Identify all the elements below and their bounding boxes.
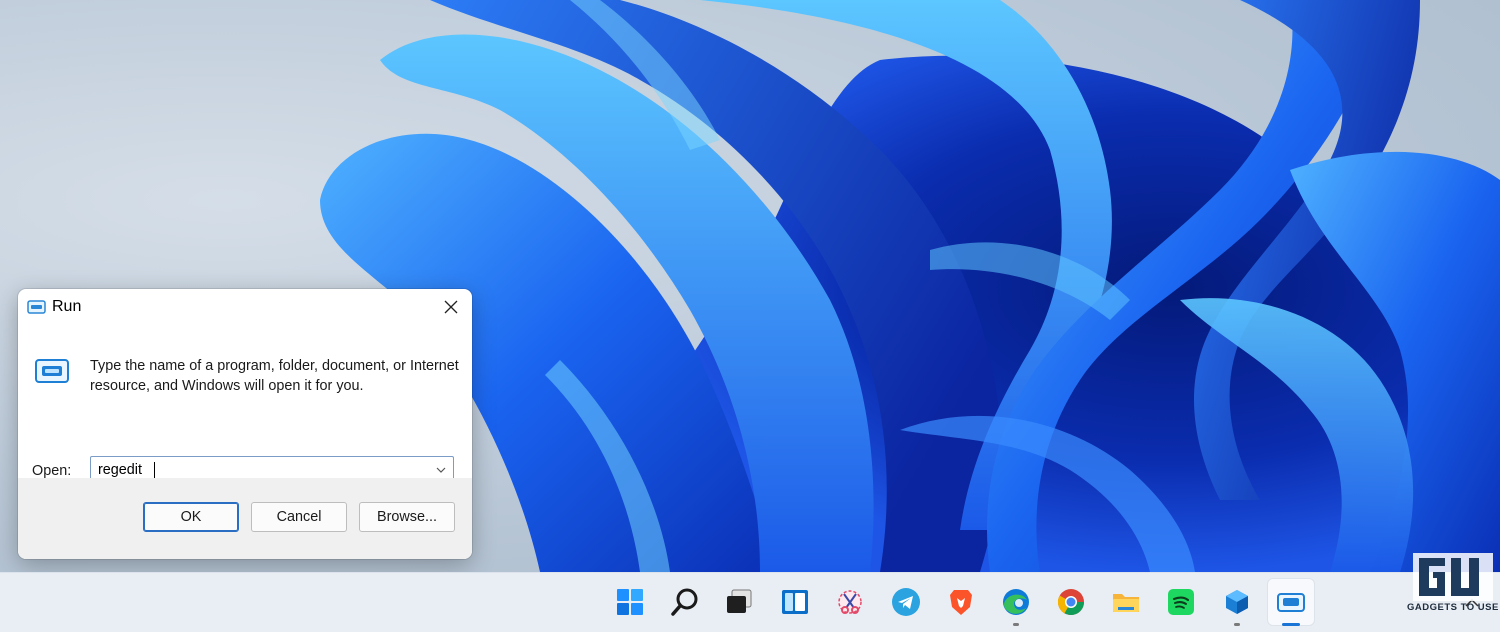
- sandbox-running-indicator: [1234, 623, 1240, 626]
- brave-icon: [950, 590, 972, 615]
- run-dialog: Run Type the name of a program, folder, …: [18, 289, 472, 559]
- chevron-down-icon: [436, 467, 446, 473]
- chrome-icon: [1057, 589, 1085, 616]
- start-button[interactable]: [607, 579, 653, 625]
- widgets-icon: [782, 590, 808, 614]
- folder-icon: [1113, 594, 1139, 612]
- task-view-button[interactable]: [716, 579, 762, 625]
- sandbox-button[interactable]: [1214, 579, 1260, 625]
- brave-button[interactable]: [938, 579, 984, 625]
- watermark-text: GADGETS TO USE: [1407, 602, 1499, 613]
- close-button[interactable]: [434, 291, 468, 323]
- run-active-indicator: [1282, 623, 1300, 626]
- ok-button[interactable]: OK: [143, 502, 239, 532]
- open-label: Open:: [32, 463, 72, 479]
- spotify-button[interactable]: [1158, 579, 1204, 625]
- run-dialog-body: Type the name of a program, folder, docu…: [18, 326, 472, 484]
- edge-icon: [1003, 589, 1029, 615]
- run-dialog-footer: OK Cancel Browse...: [18, 478, 472, 559]
- taskbar: [0, 572, 1500, 632]
- browse-button[interactable]: Browse...: [359, 502, 455, 532]
- run-window-icon: [35, 359, 69, 383]
- file-explorer-button[interactable]: [1103, 579, 1149, 625]
- run-window-icon: [1277, 593, 1305, 612]
- run-taskbar-button[interactable]: [1268, 579, 1314, 625]
- gadgets-to-use-logo: [1413, 553, 1493, 601]
- telegram-button[interactable]: [883, 579, 929, 625]
- task-view-icon: [727, 589, 752, 613]
- snipping-tool-icon: [838, 590, 862, 614]
- chrome-button[interactable]: [1048, 579, 1094, 625]
- cube-icon: [1226, 590, 1248, 614]
- close-icon: [444, 300, 458, 314]
- widgets-button[interactable]: [772, 579, 818, 625]
- search-button[interactable]: [662, 579, 708, 625]
- edge-running-indicator: [1013, 623, 1019, 626]
- cancel-button[interactable]: Cancel: [251, 502, 347, 532]
- windows-logo-icon: [617, 589, 643, 615]
- search-icon: [671, 588, 698, 616]
- run-window-icon: [27, 300, 46, 314]
- text-caret: [154, 462, 155, 479]
- telegram-icon: [892, 588, 920, 616]
- run-dialog-title-bar[interactable]: Run: [18, 289, 472, 326]
- spotify-icon: [1168, 589, 1194, 615]
- edge-button[interactable]: [993, 579, 1039, 625]
- dialog-description: Type the name of a program, folder, docu…: [90, 358, 459, 394]
- snipping-tool-button[interactable]: [827, 579, 873, 625]
- dialog-title: Run: [52, 298, 82, 315]
